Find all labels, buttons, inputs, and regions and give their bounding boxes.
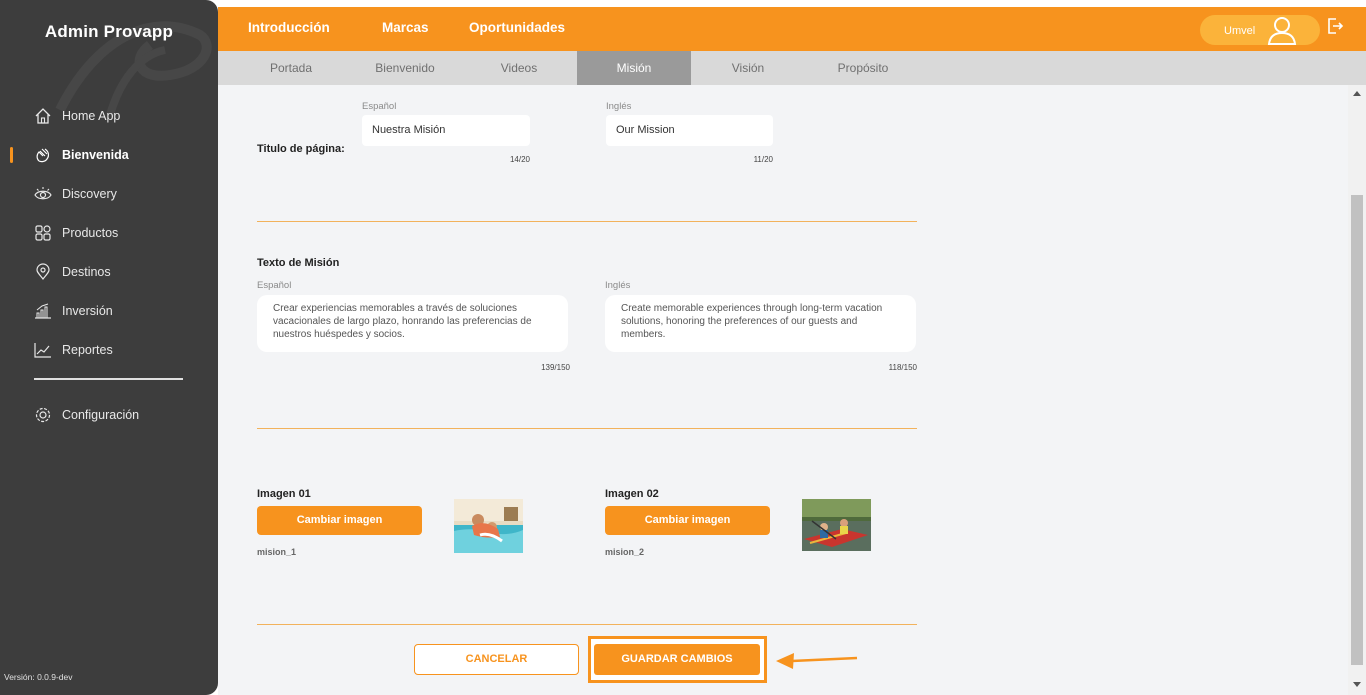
top-nav-bar: Introducción Marcas Oportunidades Umvel (218, 1, 1366, 51)
sidebar-item-label: Reportes (62, 342, 113, 357)
map-pin-icon (34, 262, 52, 281)
brand-title: Admin Provapp (44, 22, 174, 41)
image-2-caption: mision_2 (605, 547, 645, 557)
tab-marcas[interactable]: Marcas (382, 20, 429, 35)
sidebar-item-label: Destinos (62, 264, 111, 279)
page-title-es-counter: 14/20 (509, 155, 530, 164)
cancel-button[interactable]: CANCELAR (414, 644, 579, 675)
sidebar-item-reportes[interactable]: Reportes (0, 330, 218, 369)
sidebar-item-discovery[interactable]: Discovery (0, 174, 218, 213)
page-title-label: Titulo de página: (257, 143, 345, 155)
tab-oportunidades[interactable]: Oportunidades (469, 20, 565, 35)
subtab-mision[interactable]: Misión (577, 51, 691, 85)
image-1-title: Imagen 01 (257, 488, 311, 500)
page-title-en-input[interactable]: Our Mission (606, 115, 773, 146)
subtab-proposito[interactable]: Propósito (806, 51, 920, 85)
sidebar-divider (34, 378, 183, 380)
logout-icon[interactable] (1326, 17, 1344, 40)
mission-image-2-thumbnail (802, 499, 871, 551)
mission-form: Titulo de página: Español Nuestra Misión… (218, 85, 1348, 695)
mission-text-en-textarea[interactable]: Create memorable experiences through lon… (605, 295, 916, 352)
mission-text-es-counter: 139/150 (541, 363, 570, 372)
app-root: Admin Provapp Home App Bienvenida Discov… (0, 0, 1366, 695)
sidebar-item-home-app[interactable]: Home App (0, 96, 218, 135)
content-scrollbar[interactable] (1348, 85, 1366, 695)
tab-introduccion[interactable]: Introducción (248, 20, 330, 35)
sidebar-item-label: Home App (62, 108, 121, 123)
sidebar-item-label: Discovery (62, 186, 117, 201)
mission-text-en-label: Inglés (605, 280, 631, 291)
page-title-en-counter: 11/20 (753, 155, 773, 164)
eye-icon (34, 185, 52, 203)
subtab-videos[interactable]: Videos (462, 51, 576, 85)
bar-chart-icon (34, 302, 52, 320)
sidebar-item-configuracion[interactable]: Configuración (0, 395, 218, 434)
line-chart-icon (34, 341, 52, 359)
section-divider (257, 428, 917, 429)
sidebar-item-label: Inversión (62, 303, 113, 318)
mission-image-1-thumbnail (454, 499, 523, 553)
image-2-title: Imagen 02 (605, 488, 659, 500)
subtab-bienvenido[interactable]: Bienvenido (348, 51, 462, 85)
user-name: Umvel (1224, 25, 1256, 37)
sidebar-item-label: Productos (62, 225, 119, 240)
change-image-2-button[interactable]: Cambiar imagen (605, 506, 770, 535)
scrollbar-thumb[interactable] (1351, 195, 1363, 665)
grid-icon (34, 224, 52, 242)
wave-hand-icon (34, 146, 52, 164)
arrow-left-icon (776, 653, 858, 669)
sub-tab-bar: Portada Bienvenido Videos Misión Visión … (218, 51, 1366, 85)
page-title-es-label: Español (362, 101, 397, 112)
user-avatar-icon (1266, 14, 1298, 51)
section-divider (257, 624, 917, 625)
sidebar-item-bienvenida[interactable]: Bienvenida (0, 135, 218, 174)
image-1-caption: mision_1 (257, 547, 297, 557)
sidebar-item-label: Configuración (62, 407, 140, 422)
home-icon (34, 107, 52, 125)
section-divider (257, 221, 917, 222)
mission-text-es-label: Español (257, 280, 292, 291)
mission-text-en-counter: 118/150 (888, 363, 917, 372)
sidebar-config-wrap: Configuración (0, 395, 218, 434)
user-menu-button[interactable]: Umvel (1200, 15, 1320, 45)
page-title-es-input[interactable]: Nuestra Misión (362, 115, 530, 146)
subtab-vision[interactable]: Visión (691, 51, 805, 85)
scroll-up-icon[interactable] (1353, 91, 1361, 96)
mission-text-label: Texto de Misión (257, 257, 340, 269)
sidebar-item-inversion[interactable]: Inversión (0, 291, 218, 330)
mission-text-es-textarea[interactable]: Crear experiencias memorables a través d… (257, 295, 568, 352)
sidebar-item-destinos[interactable]: Destinos (0, 252, 218, 291)
change-image-1-button[interactable]: Cambiar imagen (257, 506, 422, 535)
sidebar-item-productos[interactable]: Productos (0, 213, 218, 252)
gear-icon (34, 406, 52, 424)
sidebar: Admin Provapp Home App Bienvenida Discov… (0, 0, 218, 695)
scroll-down-icon[interactable] (1353, 682, 1361, 687)
page-title-en-label: Inglés (606, 101, 632, 112)
app-version: Versión: 0.0.9-dev (4, 672, 73, 682)
sidebar-item-label: Bienvenida (62, 147, 129, 162)
sidebar-nav: Home App Bienvenida Discovery Productos (0, 96, 218, 369)
save-button[interactable]: GUARDAR CAMBIOS (594, 644, 760, 675)
subtab-portada[interactable]: Portada (234, 51, 348, 85)
active-tab-notch (288, 1, 300, 7)
